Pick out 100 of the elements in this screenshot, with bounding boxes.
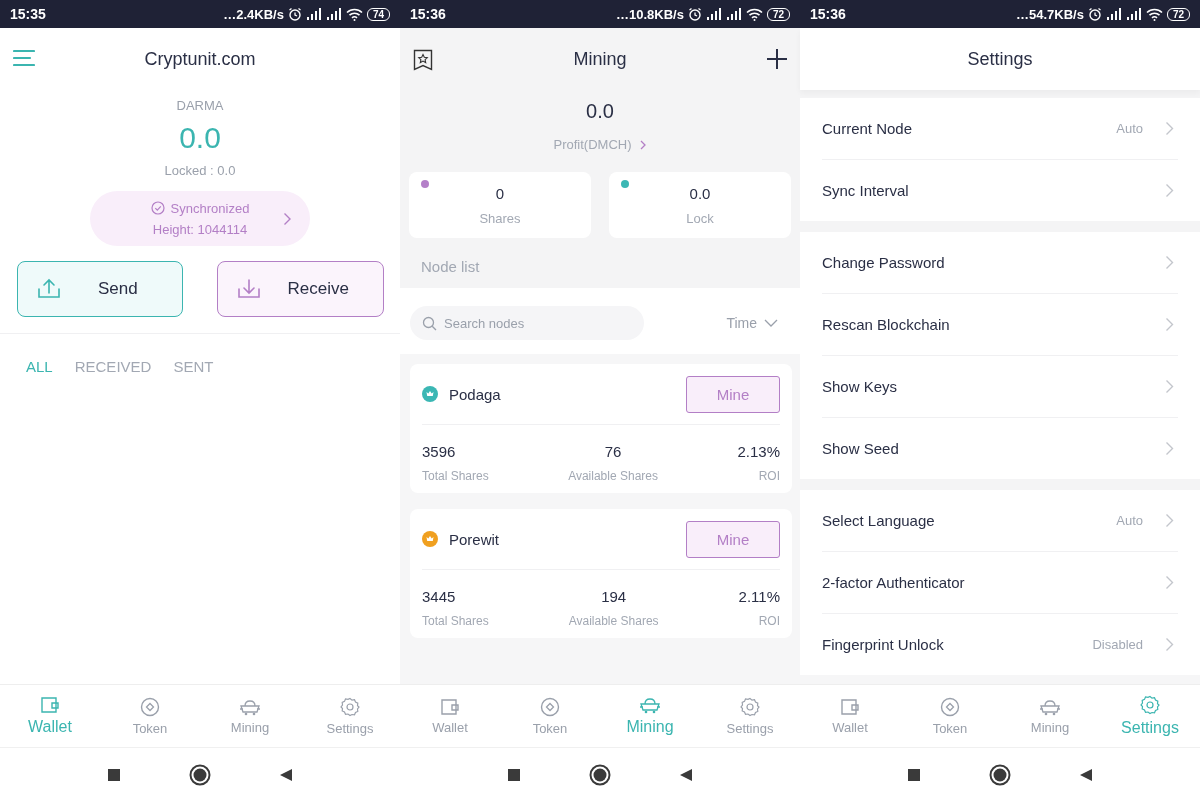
square-icon[interactable]	[907, 768, 921, 782]
screen-title: Settings	[967, 48, 1033, 70]
setting-value: Auto	[1116, 121, 1143, 136]
node-stat-label: Available Shares	[568, 614, 659, 628]
node-stat-label: ROI	[758, 469, 780, 483]
option-row[interactable]: Show Seed	[822, 418, 1178, 479]
receive-button[interactable]: Receive	[217, 261, 384, 317]
coin-icon	[940, 696, 960, 717]
profit-link[interactable]: Profit(DMCH)	[553, 137, 647, 152]
option-row[interactable]: Sync Interval	[822, 160, 1178, 221]
profit-amount: 0.0	[586, 100, 614, 123]
wallet-icon	[440, 697, 460, 716]
back-triangle-icon[interactable]	[279, 768, 293, 782]
wallet-icon	[40, 696, 60, 714]
stat-label: Lock	[686, 210, 714, 226]
mining-cart-icon	[1039, 697, 1061, 716]
option-row[interactable]: Current Node Auto	[822, 98, 1178, 160]
tab-bar-item[interactable]: Token	[100, 685, 200, 747]
option-row[interactable]: Show Keys	[822, 356, 1178, 418]
chevron-right-icon	[1165, 317, 1174, 332]
home-circle-icon[interactable]	[189, 764, 211, 786]
chevron-right-icon	[1165, 183, 1174, 198]
stat-label: Shares	[479, 210, 521, 226]
plus-icon[interactable]	[766, 48, 788, 70]
coin-icon	[540, 696, 560, 717]
chevron-right-icon	[1165, 637, 1174, 652]
mine-button[interactable]: Mine	[686, 520, 780, 558]
block-height: Height: 1044114	[152, 221, 248, 237]
node-stat-value: 3596	[422, 443, 456, 460]
sort-dropdown[interactable]: Time	[726, 315, 778, 331]
tab-bar-item[interactable]: Token	[500, 685, 600, 747]
chevron-right-icon	[639, 139, 647, 150]
tab-bar-item[interactable]: Token	[900, 685, 1000, 747]
node-stat-value: 2.11%	[738, 588, 780, 605]
back-triangle-icon[interactable]	[679, 768, 693, 782]
mine-button[interactable]: Mine	[686, 375, 780, 413]
option-row[interactable]: 2-factor Authenticator	[822, 552, 1178, 614]
back-triangle-icon[interactable]	[1079, 768, 1093, 782]
star-bookmark-icon[interactable]	[413, 49, 433, 71]
tab-bar-item[interactable]: Settings	[700, 685, 800, 747]
signal-icon	[1125, 8, 1142, 20]
node-stat-label: ROI	[758, 614, 780, 628]
wifi-icon	[345, 7, 363, 21]
node-stat-value: 194	[601, 588, 627, 605]
chevron-right-icon	[1165, 121, 1174, 136]
chevron-right-icon	[1165, 513, 1174, 528]
check-circle-icon	[150, 201, 165, 215]
signal-icon	[725, 8, 742, 20]
option-row[interactable]: Change Password	[822, 232, 1178, 294]
network-speed: …2.4KB/s	[223, 6, 284, 22]
home-circle-icon[interactable]	[589, 764, 611, 786]
section-title: Node list	[420, 257, 481, 277]
tab-bar-item[interactable]: Mining	[200, 685, 300, 747]
tab-bar-item[interactable]: Wallet	[0, 685, 100, 747]
wallet-icon	[840, 697, 860, 716]
status-time: 15:36	[410, 6, 446, 22]
tab-bar-item[interactable]: Settings	[300, 685, 400, 747]
settings-icon	[1140, 695, 1160, 715]
signal-icon	[705, 8, 722, 20]
node-name: Porewit	[449, 530, 501, 548]
tab-bar-item[interactable]: Wallet	[800, 685, 900, 747]
upload-icon	[35, 278, 62, 300]
search-icon	[422, 316, 437, 331]
tab-bar-item[interactable]: Wallet	[400, 685, 500, 747]
wifi-icon	[745, 7, 763, 21]
tab-bar-item[interactable]: Mining	[600, 685, 700, 747]
filter-tab[interactable]: SENT	[173, 358, 214, 375]
square-icon[interactable]	[507, 768, 521, 782]
node-stat-value: 76	[604, 443, 622, 460]
sync-status-pill[interactable]: Synchronized Height: 1044114	[90, 191, 310, 246]
stat-value: 0	[495, 184, 505, 202]
alarm-icon	[687, 7, 702, 21]
tab-bar-item[interactable]: Settings	[1100, 685, 1200, 747]
square-icon[interactable]	[107, 768, 121, 782]
battery-icon: 72	[1166, 7, 1190, 21]
signal-icon	[1105, 8, 1122, 20]
option-row[interactable]: Select Language Auto	[822, 490, 1178, 552]
battery-icon: 74	[366, 7, 390, 21]
chevron-right-icon	[1165, 441, 1174, 456]
stat-value: 0.0	[689, 184, 711, 202]
chevron-right-icon	[1165, 255, 1174, 270]
download-icon	[236, 278, 262, 300]
status-time: 15:36	[810, 6, 846, 22]
node-stat-label: Total Shares	[422, 614, 489, 628]
filter-tab[interactable]: ALL	[26, 358, 53, 375]
node-stat-value: 3445	[422, 588, 456, 605]
option-row[interactable]: Fingerprint Unlock Disabled	[822, 614, 1178, 675]
chevron-down-icon	[764, 319, 778, 327]
alarm-icon	[1087, 7, 1102, 21]
settings-icon	[340, 696, 360, 717]
node-name: Podaga	[449, 385, 502, 403]
home-circle-icon[interactable]	[989, 764, 1011, 786]
search-field[interactable]: Search nodes	[410, 306, 644, 340]
signal-icon	[325, 8, 342, 20]
filter-tab[interactable]: RECEIVED	[74, 358, 152, 375]
network-speed: …54.7KB/s	[1015, 6, 1084, 22]
send-button[interactable]: Send	[16, 261, 183, 317]
tab-bar-item[interactable]: Mining	[1000, 685, 1100, 747]
option-row[interactable]: Rescan Blockchain	[822, 294, 1178, 356]
chevron-right-icon	[1165, 379, 1174, 394]
